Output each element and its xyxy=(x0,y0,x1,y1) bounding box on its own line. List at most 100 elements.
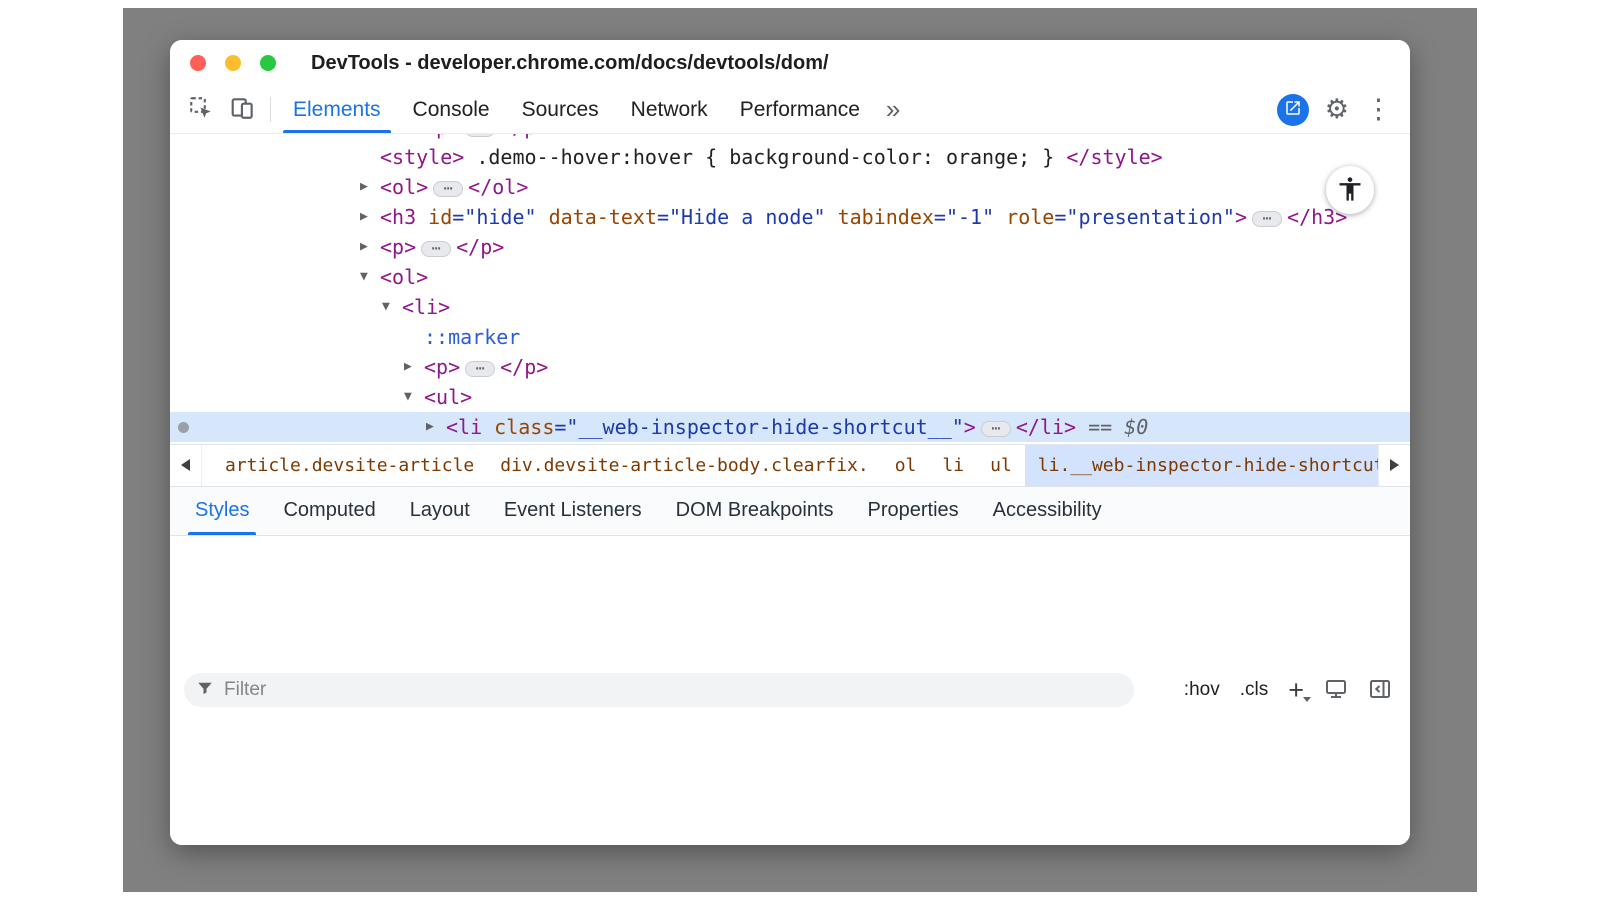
collapsed-arrow-icon[interactable]: ▶ xyxy=(404,352,424,382)
breadcrumb-item-article[interactable]: article.devsite-article xyxy=(212,445,487,486)
breadcrumb-scroll-left-button[interactable] xyxy=(170,445,202,486)
ellipsis-expand-button[interactable]: ⋯ xyxy=(433,181,463,197)
window-title: DevTools - developer.chrome.com/docs/dev… xyxy=(311,52,829,75)
node-marker-pseudo[interactable]: ::marker xyxy=(170,322,1410,352)
open-in-new-icon xyxy=(1284,99,1302,120)
panel-tabs: Elements Console Sources Network Perform… xyxy=(277,86,876,133)
node-ol-collapsed[interactable]: ▶<ol>⋯</ol> xyxy=(170,172,1410,202)
code-meta: == xyxy=(1076,415,1124,439)
minimize-button[interactable] xyxy=(225,55,241,71)
toggle-element-state-button[interactable]: :hov xyxy=(1184,679,1220,701)
title-bar: DevTools - developer.chrome.com/docs/dev… xyxy=(170,40,1410,86)
tab-styles[interactable]: Styles xyxy=(178,487,266,535)
breadcrumb-scroll-right-button[interactable] xyxy=(1378,445,1410,486)
devtools-window: DevTools - developer.chrome.com/docs/dev… xyxy=(170,40,1410,845)
breadcrumb-bar: article.devsite-article div.devsite-arti… xyxy=(170,444,1410,486)
expanded-arrow-icon[interactable]: ▼ xyxy=(404,382,424,412)
code-pseudo: ::marker xyxy=(424,325,520,349)
breadcrumb-item-ol[interactable]: ol xyxy=(882,445,930,486)
toggle-sidebar-button[interactable] xyxy=(1368,677,1392,704)
collapsed-arrow-icon[interactable]: ▶ xyxy=(426,442,446,444)
tab-properties[interactable]: Properties xyxy=(851,487,976,535)
expanded-arrow-icon[interactable]: ▼ xyxy=(360,262,380,292)
code-attr: class xyxy=(482,415,554,439)
indent-spacer xyxy=(360,343,404,344)
collapsed-arrow-icon[interactable]: ▶ xyxy=(360,202,380,232)
inspect-cursor-icon xyxy=(188,95,214,124)
node-li-collapsed[interactable]: ▶<li>⋯</li> xyxy=(170,442,1410,444)
collapsed-arrow-icon[interactable]: ▶ xyxy=(426,412,446,442)
styles-filter-input[interactable]: Filter xyxy=(184,673,1134,707)
chevron-right-icon xyxy=(1390,459,1399,471)
code-value: ="hide" xyxy=(452,205,536,229)
code-tag: > xyxy=(964,415,976,439)
breadcrumb-item-li[interactable]: li xyxy=(929,445,977,486)
tab-event-listeners[interactable]: Event Listeners xyxy=(487,487,659,535)
filter-placeholder: Filter xyxy=(224,679,266,701)
close-button[interactable] xyxy=(190,55,206,71)
popout-active-button[interactable] xyxy=(1277,94,1309,126)
ellipsis-expand-button[interactable]: ⋯ xyxy=(465,361,495,377)
rendering-emulation-button[interactable] xyxy=(1324,677,1348,704)
element-classes-button[interactable]: .cls xyxy=(1240,679,1269,701)
ellipsis-expand-button[interactable]: ⋯ xyxy=(1252,211,1282,227)
tab-elements[interactable]: Elements xyxy=(277,86,397,133)
node-p-collapsed[interactable]: ▶<p>⋯</p> xyxy=(170,352,1410,382)
device-toolbar-button[interactable] xyxy=(222,86,264,133)
indent-spacer xyxy=(360,403,404,404)
code-meta-var: $0 xyxy=(1124,415,1148,439)
breadcrumb-item-selected-li[interactable]: li.__web-inspector-hide-shortcut__ xyxy=(1025,445,1378,486)
ellipsis-expand-button[interactable]: ⋯ xyxy=(465,134,495,137)
code-attr: tabindex xyxy=(826,205,934,229)
tab-performance[interactable]: Performance xyxy=(724,86,876,133)
inspect-element-button[interactable] xyxy=(180,86,222,133)
accessibility-overlay-button[interactable] xyxy=(1326,166,1374,214)
code-tag: <ol> xyxy=(380,175,428,199)
node-ol-expanded[interactable]: ▼<ol> xyxy=(170,262,1410,292)
tab-layout[interactable]: Layout xyxy=(393,487,487,535)
new-style-rule-button[interactable]: + xyxy=(1288,677,1304,704)
code-value: ="__web-inspector-hide-shortcut__" xyxy=(554,415,963,439)
node-partial-top[interactable]: ▶<p> ⋯ </p> xyxy=(170,134,1410,142)
node-h3-hide[interactable]: ▶<h3 id="hide" data-text="Hide a node" t… xyxy=(170,202,1410,232)
code-tag: <p> xyxy=(424,134,460,139)
node-li-selected[interactable]: ▶<li class="__web-inspector-hide-shortcu… xyxy=(170,412,1410,442)
code-tag: </p> xyxy=(500,134,548,139)
indent-spacer xyxy=(360,433,426,434)
code-text: .demo--hover:hover { background-color: o… xyxy=(464,145,1066,169)
code-tag: <style> xyxy=(380,145,464,169)
ellipsis-expand-button[interactable]: ⋯ xyxy=(421,241,451,257)
tab-accessibility[interactable]: Accessibility xyxy=(976,487,1119,535)
ellipsis-expand-button[interactable]: ⋯ xyxy=(981,421,1011,437)
expanded-arrow-icon[interactable]: ▼ xyxy=(382,292,402,322)
zoom-button[interactable] xyxy=(260,55,276,71)
node-style[interactable]: <style> .demo--hover:hover { background-… xyxy=(170,142,1410,172)
code-tag: <p> xyxy=(424,355,460,379)
more-panels-button[interactable]: » xyxy=(876,86,910,133)
accessibility-person-icon xyxy=(1336,175,1364,206)
breadcrumb: article.devsite-article div.devsite-arti… xyxy=(202,445,1378,486)
breadcrumb-item-ul[interactable]: ul xyxy=(977,445,1025,486)
code-tag: > xyxy=(1235,205,1247,229)
breadcrumb-item-div[interactable]: div.devsite-article-body.clearfix. xyxy=(487,445,881,486)
tab-dom-breakpoints[interactable]: DOM Breakpoints xyxy=(659,487,851,535)
node-li-expanded[interactable]: ▼<li> xyxy=(170,292,1410,322)
collapsed-arrow-icon[interactable]: ▶ xyxy=(404,134,424,142)
node-ul-expanded[interactable]: ▼<ul> xyxy=(170,382,1410,412)
device-toolbar-icon xyxy=(230,95,256,124)
elements-panel: ▶<p>⋯</p><style> .demo--hover:hover { ba… xyxy=(170,134,1410,444)
collapsed-arrow-icon[interactable]: ▶ xyxy=(360,232,380,262)
code-tag: </style> xyxy=(1066,145,1162,169)
code-attr: id xyxy=(416,205,452,229)
settings-button[interactable]: ⚙ xyxy=(1325,96,1349,123)
kebab-menu-icon: ⋮ xyxy=(1365,94,1392,124)
tab-computed[interactable]: Computed xyxy=(266,487,392,535)
code-tag: </li> xyxy=(1016,415,1076,439)
tab-console[interactable]: Console xyxy=(397,86,506,133)
tab-sources[interactable]: Sources xyxy=(506,86,615,133)
tab-network[interactable]: Network xyxy=(615,86,724,133)
collapsed-arrow-icon[interactable]: ▶ xyxy=(360,172,380,202)
more-options-button[interactable]: ⋮ xyxy=(1365,96,1392,123)
node-p-collapsed[interactable]: ▶<p>⋯</p> xyxy=(170,232,1410,262)
sidebar-pane-tabs: Styles Computed Layout Event Listeners D… xyxy=(170,486,1410,536)
